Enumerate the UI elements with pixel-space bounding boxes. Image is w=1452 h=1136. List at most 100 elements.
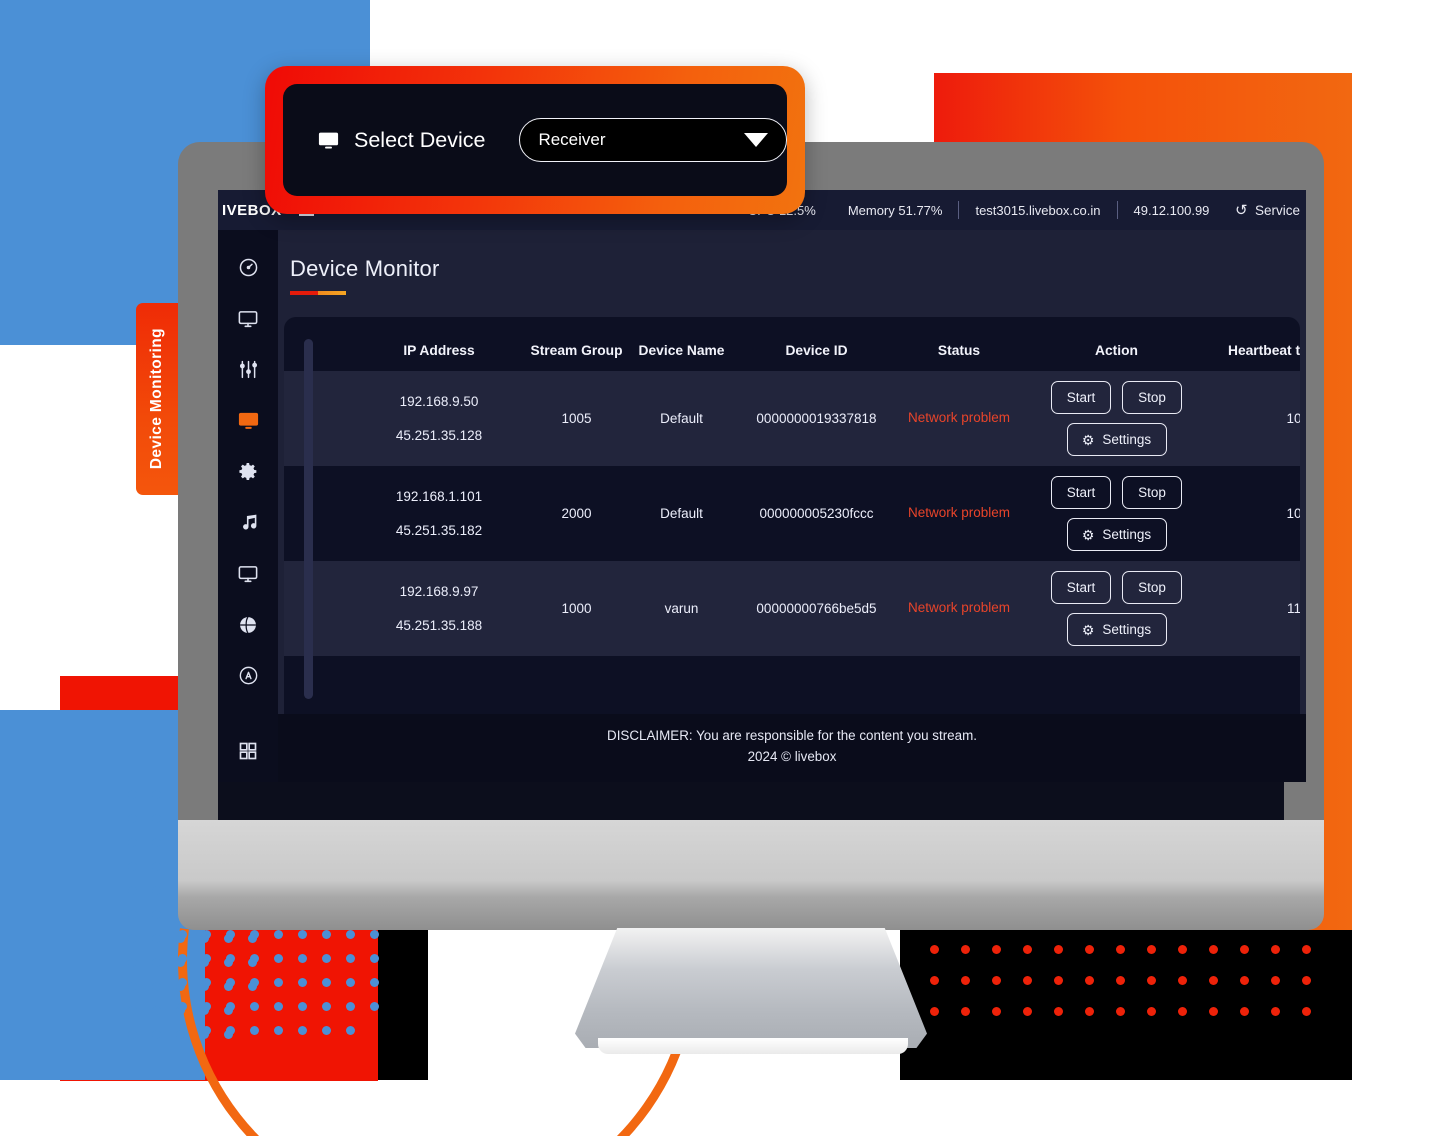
decor-dot: [1209, 1007, 1218, 1016]
sidebar-item-display[interactable]: [231, 305, 265, 332]
device-select-dropdown[interactable]: Receiver: [519, 118, 787, 162]
decor-dot: [250, 978, 259, 987]
footer-copyright: 2024 © livebox: [747, 749, 837, 765]
page-header: Device Monitor: [278, 230, 1306, 295]
start-button[interactable]: Start: [1051, 381, 1111, 414]
decor-dot: [961, 945, 970, 954]
decor-dot: [930, 1007, 939, 1016]
decor-dot: [128, 1030, 137, 1039]
decor-dot: [322, 954, 331, 963]
start-button[interactable]: Start: [1051, 571, 1111, 604]
decor-dot: [178, 930, 187, 939]
ip-secondary: 45.251.35.182: [395, 522, 483, 538]
table-row[interactable]: 192.168.9.50 45.251.35.128 1005 Default …: [284, 371, 1300, 466]
device-table-card: IP Address Stream Group Device Name Devi…: [284, 317, 1300, 717]
cell-ip-address: 192.168.1.101 45.251.35.182: [354, 466, 524, 561]
decor-dot: [128, 958, 137, 967]
device-monitoring-tab-label: Device Monitoring: [148, 328, 165, 470]
decor-dot: [1240, 976, 1249, 985]
decor-dot: [152, 886, 161, 895]
sidebar-item-dashboard[interactable]: [231, 254, 265, 281]
start-button[interactable]: Start: [1051, 476, 1111, 509]
decor-dot: [346, 954, 355, 963]
action-group: Start Stop ⚙ Settings: [1023, 571, 1210, 646]
decor-dot: [202, 954, 211, 963]
col-ip-address: IP Address: [403, 343, 475, 358]
decor-dot: [1209, 945, 1218, 954]
sidebar-item-apps[interactable]: [231, 737, 265, 764]
memory-stat: Memory 51.77%: [847, 202, 943, 218]
monitor-stand: [575, 928, 927, 1048]
decor-dot: [226, 930, 235, 939]
settings-label: Settings: [1102, 527, 1152, 542]
decor-dot: [930, 976, 939, 985]
gear-icon: ⚙: [1081, 621, 1095, 638]
col-stream-group: Stream Group: [530, 343, 623, 358]
cell-stream-group: 1000: [524, 561, 629, 656]
decor-dot: [274, 1002, 283, 1011]
decor-dot: [1209, 976, 1218, 985]
decor-dot: [128, 838, 137, 847]
decor-dot: [1271, 945, 1280, 954]
ip-primary: 192.168.9.50: [399, 394, 479, 410]
sidebar-item-screens[interactable]: [231, 560, 265, 587]
decor-dot: [178, 978, 187, 987]
table-row[interactable]: 192.168.9.97 45.251.35.188 1000 varun 00…: [284, 561, 1300, 656]
device-monitoring-tab[interactable]: Device Monitoring: [136, 303, 178, 495]
decor-dot: [1054, 976, 1063, 985]
decor-dot: [346, 978, 355, 987]
decor-dot: [226, 978, 235, 987]
select-device-popup: Select Device Receiver: [265, 66, 805, 214]
decor-dot: [152, 838, 161, 847]
decor-dot: [298, 954, 307, 963]
settings-button[interactable]: ⚙ Settings: [1066, 613, 1167, 646]
stop-button[interactable]: Stop: [1122, 476, 1182, 509]
cell-heartbeat: 10: [1214, 371, 1300, 466]
action-row-top: Start Stop: [1051, 476, 1182, 509]
row-spacer: [284, 371, 354, 466]
table-row[interactable]: 192.168.1.101 45.251.35.182 2000 Default…: [284, 466, 1300, 561]
decor-dot: [1147, 976, 1156, 985]
decor-dot: [250, 1026, 259, 1035]
decor-dot: [322, 1026, 331, 1035]
decor-dot: [274, 978, 283, 987]
cell-device-name: varun: [629, 561, 734, 656]
decor-dot: [1240, 1007, 1249, 1016]
cell-stream-group: 2000: [524, 466, 629, 561]
decor-dot: [1116, 976, 1125, 985]
settings-button[interactable]: ⚙ Settings: [1066, 423, 1167, 456]
sidebar-item-audio[interactable]: [231, 509, 265, 536]
cell-device-id: 0000000019337818: [734, 371, 899, 466]
vertical-scrollbar[interactable]: [304, 339, 313, 699]
cell-ip-address: 192.168.9.97 45.251.35.188: [354, 561, 524, 656]
service-button[interactable]: ↻ Service: [1225, 201, 1300, 219]
decor-dot: [226, 954, 235, 963]
sidebar-item-sliders[interactable]: [231, 356, 265, 383]
sidebar-item-network[interactable]: [231, 611, 265, 638]
row-spacer: [284, 466, 354, 561]
decor-dot: [298, 1002, 307, 1011]
decor-dot: [1023, 945, 1032, 954]
ip-label: 49.12.100.99: [1133, 202, 1210, 218]
status-badge: Network problem: [907, 600, 1011, 616]
decor-dot: [128, 1006, 137, 1015]
cell-device-name: Default: [629, 371, 734, 466]
decor-dot: [178, 1002, 187, 1011]
sidebar-item-auto[interactable]: [231, 662, 265, 689]
decor-dot: [1302, 976, 1311, 985]
table-body: 192.168.9.50 45.251.35.128 1005 Default …: [284, 371, 1300, 656]
decor-dot: [128, 814, 137, 823]
decor-dot: [1178, 945, 1187, 954]
decor-dot: [152, 814, 161, 823]
col-heartbeat: Heartbeat time in: [1228, 343, 1300, 358]
decor-dot: [961, 976, 970, 985]
decor-dot: [930, 945, 939, 954]
stop-button[interactable]: Stop: [1122, 571, 1182, 604]
decor-dot: [992, 1007, 1001, 1016]
stop-button[interactable]: Stop: [1122, 381, 1182, 414]
sidebar-item-configuration[interactable]: [231, 458, 265, 485]
sidebar-item-device-monitor[interactable]: [231, 407, 265, 434]
settings-button[interactable]: ⚙ Settings: [1066, 518, 1167, 551]
row-spacer: [284, 561, 354, 656]
col-device-id: Device ID: [785, 343, 848, 358]
